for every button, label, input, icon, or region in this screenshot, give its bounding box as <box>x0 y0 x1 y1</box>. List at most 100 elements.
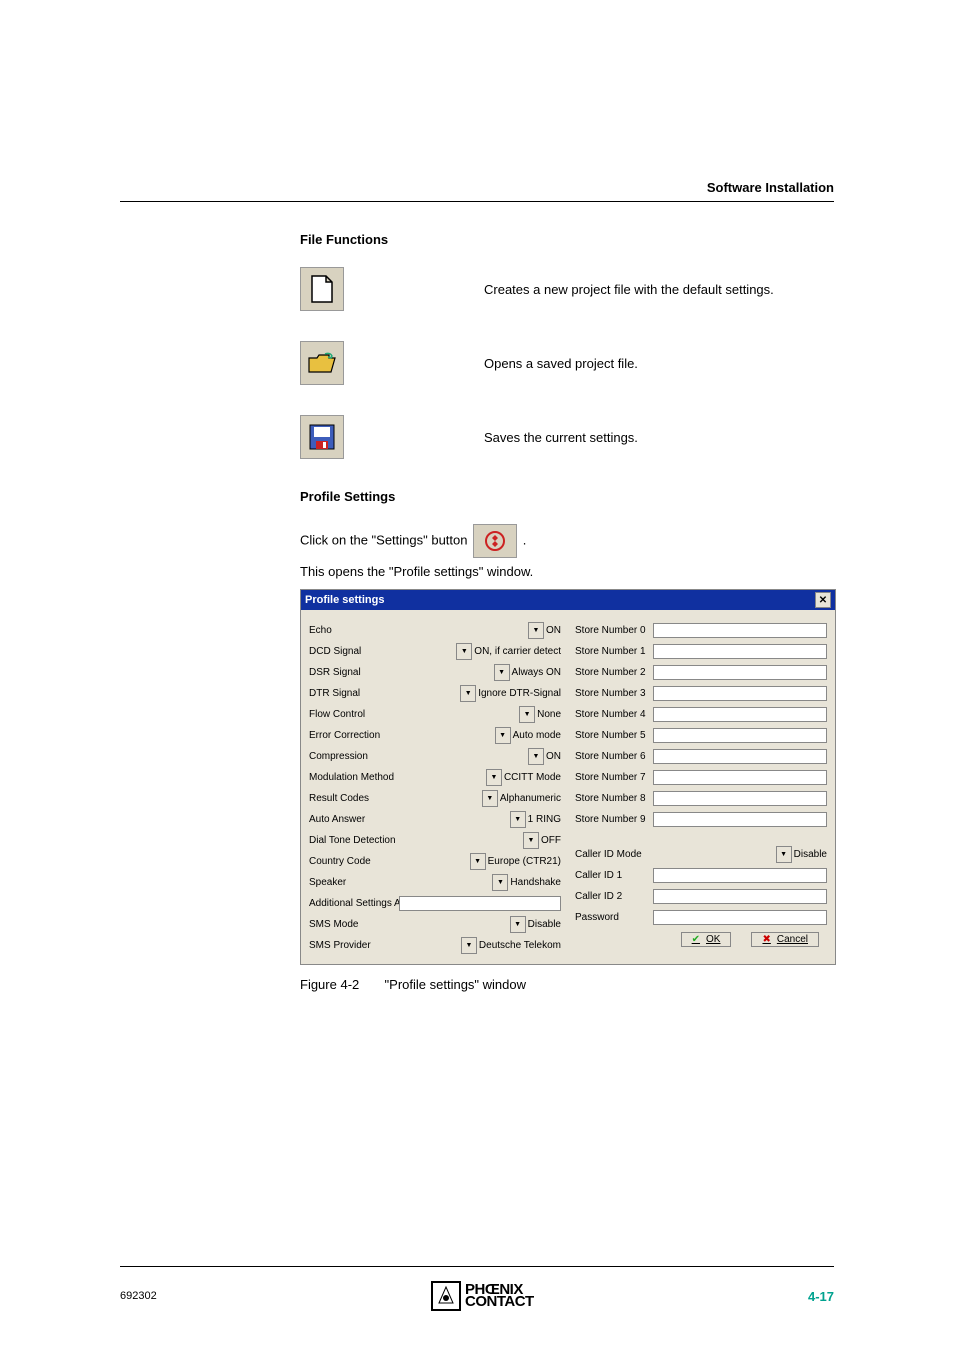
chevron-down-icon[interactable]: ▼ <box>456 643 472 660</box>
setting-row: Auto Answer▼1 RING <box>309 809 561 829</box>
store-input[interactable] <box>653 749 827 764</box>
extra-value: Disable <box>794 849 827 860</box>
store-row: Store Number 8 <box>575 788 827 808</box>
file-functions-title: File Functions <box>300 232 834 247</box>
setting-label: Compression <box>309 751 399 762</box>
setting-value: Handshake <box>510 877 561 888</box>
store-row: Store Number 2 <box>575 662 827 682</box>
setting-label: DCD Signal <box>309 646 399 657</box>
setting-row: DTR Signal ▼Ignore DTR-Signal <box>309 683 561 703</box>
store-row: Store Number 1 <box>575 641 827 661</box>
chevron-down-icon[interactable]: ▼ <box>460 685 476 702</box>
setting-row: Dial Tone Detection ▼OFF <box>309 830 561 850</box>
extra-input[interactable] <box>653 910 827 925</box>
store-label: Store Number 4 <box>575 709 653 720</box>
chevron-down-icon[interactable]: ▼ <box>519 706 535 723</box>
extra-row: Caller ID Mode▼Disable <box>575 844 827 864</box>
chevron-down-icon[interactable]: ▼ <box>528 748 544 765</box>
extra-row: Password <box>575 907 827 927</box>
store-label: Store Number 5 <box>575 730 653 741</box>
setting-row: SMS Provider▼Deutsche Telekom <box>309 935 561 955</box>
setting-label: Dial Tone Detection <box>309 835 399 846</box>
store-label: Store Number 2 <box>575 667 653 678</box>
setting-value: OFF <box>541 835 561 846</box>
chevron-down-icon[interactable]: ▼ <box>470 853 486 870</box>
setting-value: Alphanumeric <box>500 793 561 804</box>
extra-input[interactable] <box>653 868 827 883</box>
store-label: Store Number 0 <box>575 625 653 636</box>
setting-label: Flow Control <box>309 709 399 720</box>
chevron-down-icon[interactable]: ▼ <box>776 846 792 863</box>
setting-label: Modulation Method <box>309 772 399 783</box>
setting-row: Result Codes ▼Alphanumeric <box>309 788 561 808</box>
store-input[interactable] <box>653 812 827 827</box>
chevron-down-icon[interactable]: ▼ <box>510 916 526 933</box>
store-input[interactable] <box>653 623 827 638</box>
setting-value: Europe (CTR21) <box>488 856 561 867</box>
close-icon[interactable]: ✕ <box>815 592 831 608</box>
store-input[interactable] <box>653 707 827 722</box>
setting-label: Result Codes <box>309 793 399 804</box>
store-label: Store Number 3 <box>575 688 653 699</box>
store-row: Store Number 6 <box>575 746 827 766</box>
open-file-desc: Opens a saved project file. <box>484 356 638 371</box>
store-input[interactable] <box>653 791 827 806</box>
setting-value: ON <box>546 751 561 762</box>
store-input[interactable] <box>653 665 827 680</box>
store-input[interactable] <box>653 770 827 785</box>
footer-pagenum: 4-17 <box>808 1289 834 1304</box>
profile-line2: This opens the "Profile settings" window… <box>300 564 834 579</box>
setting-value: Deutsche Telekom <box>479 940 561 951</box>
chevron-down-icon[interactable]: ▼ <box>523 832 539 849</box>
footer-docnum: 692302 <box>120 1290 157 1302</box>
setting-label: Error Correction <box>309 730 399 741</box>
setting-text-input[interactable] <box>399 896 561 911</box>
setting-row: Modulation Method ▼CCITT Mode <box>309 767 561 787</box>
store-label: Store Number 9 <box>575 814 653 825</box>
save-file-desc: Saves the current settings. <box>484 430 638 445</box>
store-row: Store Number 5 <box>575 725 827 745</box>
chevron-down-icon[interactable]: ▼ <box>510 811 526 828</box>
extra-input[interactable] <box>653 889 827 904</box>
setting-value: 1 RING <box>528 814 561 825</box>
store-input[interactable] <box>653 728 827 743</box>
setting-row: Flow Control▼None <box>309 704 561 724</box>
setting-row: Speaker ▼Handshake <box>309 872 561 892</box>
phoenix-contact-logo: PHŒNIXCONTACT <box>431 1281 534 1311</box>
profile-settings-dialog: Profile settings ✕ Echo▼ONDCD Signal▼ON,… <box>300 589 836 965</box>
chevron-down-icon[interactable]: ▼ <box>528 622 544 639</box>
settings-icon <box>473 524 517 558</box>
setting-row: DCD Signal ▼ON, if carrier detect <box>309 641 561 661</box>
setting-row: Echo▼ON <box>309 620 561 640</box>
chevron-down-icon[interactable]: ▼ <box>486 769 502 786</box>
cancel-button[interactable]: ✖Cancel <box>751 932 819 947</box>
store-input[interactable] <box>653 644 827 659</box>
dialog-title: Profile settings <box>305 594 384 606</box>
chevron-down-icon[interactable]: ▼ <box>492 874 508 891</box>
setting-label: Additional Settings AT <box>309 898 399 909</box>
chevron-down-icon[interactable]: ▼ <box>495 727 511 744</box>
store-row: Store Number 3 <box>575 683 827 703</box>
setting-row: Country Code ▼Europe (CTR21) <box>309 851 561 871</box>
chevron-down-icon[interactable]: ▼ <box>461 937 477 954</box>
setting-label: Country Code <box>309 856 399 867</box>
setting-label: Echo <box>309 625 399 636</box>
extra-label: Caller ID 1 <box>575 870 653 881</box>
new-file-desc: Creates a new project file with the defa… <box>484 282 774 297</box>
extra-label: Password <box>575 912 653 923</box>
ok-button[interactable]: ✔OK <box>681 932 732 947</box>
setting-row: SMS Mode▼Disable <box>309 914 561 934</box>
store-label: Store Number 6 <box>575 751 653 762</box>
extra-row: Caller ID 1 <box>575 865 827 885</box>
store-row: Store Number 7 <box>575 767 827 787</box>
setting-value: ON, if carrier detect <box>474 646 561 657</box>
chevron-down-icon[interactable]: ▼ <box>494 664 510 681</box>
store-input[interactable] <box>653 686 827 701</box>
setting-label: DTR Signal <box>309 688 399 699</box>
profile-settings-title: Profile Settings <box>300 489 834 504</box>
setting-label: Speaker <box>309 877 399 888</box>
extra-label: Caller ID 2 <box>575 891 653 902</box>
setting-value: Ignore DTR-Signal <box>478 688 561 699</box>
setting-value: CCITT Mode <box>504 772 561 783</box>
chevron-down-icon[interactable]: ▼ <box>482 790 498 807</box>
